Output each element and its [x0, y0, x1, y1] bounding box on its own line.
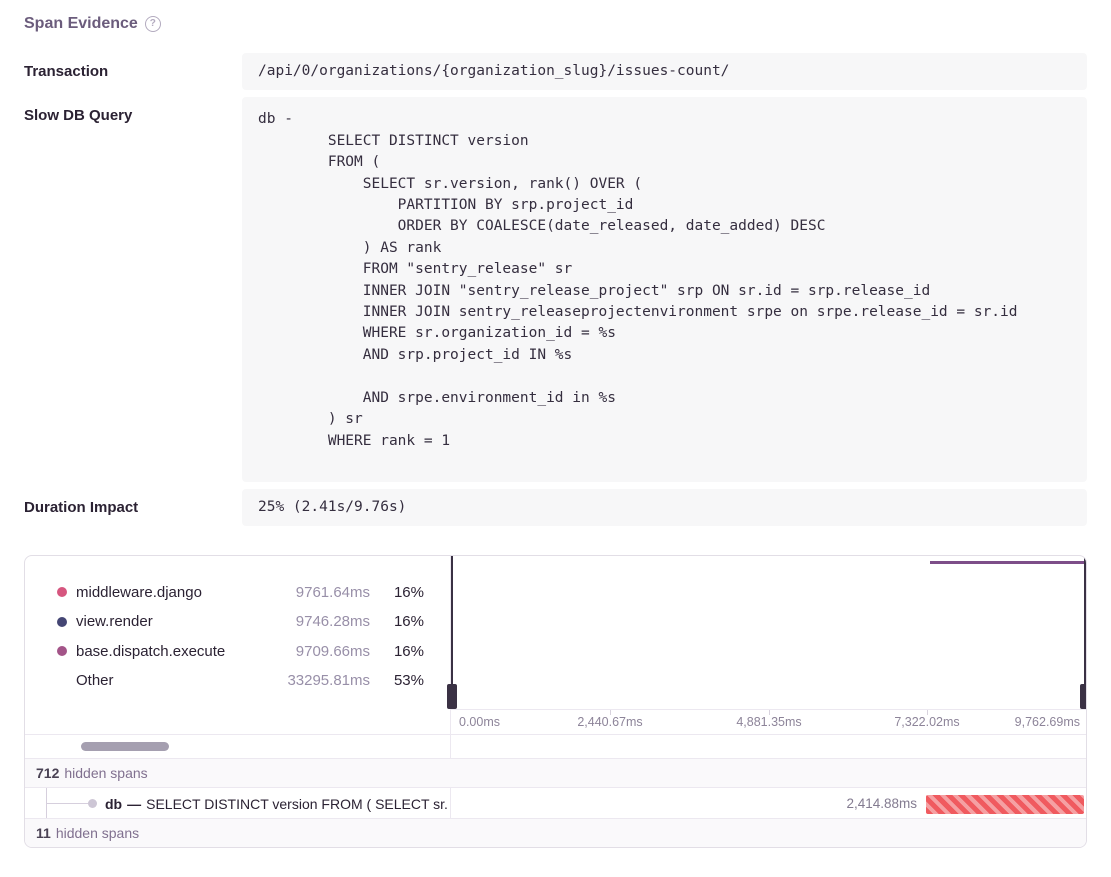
legend-dot: [57, 617, 67, 627]
axis-label: 0.00ms: [459, 715, 500, 729]
slow-db-query-label: Slow DB Query: [24, 97, 242, 482]
legend-duration: 33295.81ms: [270, 672, 370, 689]
legend-duration: 9746.28ms: [270, 613, 370, 630]
span-duration-panel: middleware.django 9761.64ms 16% view.ren…: [24, 555, 1087, 848]
span-description: SELECT DISTINCT version FROM ( SELECT sr…: [146, 796, 448, 812]
legend-op-label: base.dispatch.execute: [76, 643, 270, 660]
time-axis: 0.00ms 2,440.67ms 4,881.35ms 7,322.02ms …: [451, 709, 1086, 734]
legend-row-view-render: view.render 9746.28ms 16%: [25, 607, 450, 637]
legend-row-middleware-django: middleware.django 9761.64ms 16%: [25, 577, 450, 607]
legend-dot: [57, 646, 67, 656]
axis-spacer-row: [451, 734, 1086, 757]
span-minimap[interactable]: [451, 556, 1086, 709]
question-circle-icon[interactable]: ?: [145, 16, 161, 32]
section-title-text: Span Evidence: [24, 15, 138, 33]
section-header: Span Evidence ?: [24, 15, 1087, 33]
duration-impact-value: 25% (2.41s/9.76s): [242, 489, 1087, 526]
span-row-db[interactable]: db — SELECT DISTINCT version FROM ( SELE…: [25, 787, 1086, 818]
transaction-label: Transaction: [24, 53, 242, 90]
span-evidence-key-values: Transaction /api/0/organizations/{organi…: [24, 53, 1087, 526]
hidden-spans-label: hidden spans: [56, 825, 139, 841]
duration-impact-label: Duration Impact: [24, 489, 242, 526]
legend-percent: 16%: [370, 613, 424, 630]
span-tree-connector-line: [46, 803, 88, 804]
legend-op-label: Other: [76, 672, 270, 689]
axis-label: 2,440.67ms: [577, 715, 642, 729]
span-duration-value: 2,414.88ms: [846, 788, 917, 819]
legend-scrollbar-thumb[interactable]: [81, 742, 169, 751]
axis-label: 7,322.02ms: [894, 715, 959, 729]
transaction-value: /api/0/organizations/{organization_slug}…: [242, 53, 1087, 90]
legend-duration: 9761.64ms: [270, 584, 370, 601]
slow-db-query-value: db - SELECT DISTINCT version FROM ( SELE…: [242, 97, 1087, 482]
span-duration-bar[interactable]: [926, 795, 1084, 814]
span-op-legend: middleware.django 9761.64ms 16% view.ren…: [25, 556, 450, 734]
legend-row-base-dispatch-execute: base.dispatch.execute 9709.66ms 16%: [25, 636, 450, 666]
hidden-spans-count: 712: [36, 765, 59, 781]
legend-op-label: middleware.django: [76, 584, 270, 601]
hidden-spans-above-row[interactable]: 712 hidden spans: [25, 758, 1086, 787]
legend-percent: 16%: [370, 584, 424, 601]
span-op: db: [105, 796, 122, 812]
legend-percent: 53%: [370, 672, 424, 689]
axis-label: 4,881.35ms: [736, 715, 801, 729]
minimap-span-bar: [930, 561, 1084, 564]
legend-op-label: view.render: [76, 613, 270, 630]
legend-dot: [57, 587, 67, 597]
legend-row-other: Other 33295.81ms 53%: [25, 666, 450, 696]
span-tree-node-dot: [88, 799, 97, 808]
minimap-right-drag-handle[interactable]: [1080, 684, 1087, 709]
legend-scrollbar-track[interactable]: [25, 734, 450, 758]
legend-percent: 16%: [370, 643, 424, 660]
span-op-separator: —: [127, 796, 141, 812]
hidden-spans-label: hidden spans: [64, 765, 147, 781]
minimap-left-drag-handle[interactable]: [447, 684, 457, 709]
hidden-spans-below-row[interactable]: 11 hidden spans: [25, 818, 1086, 847]
legend-duration: 9709.66ms: [270, 643, 370, 660]
axis-label: 9,762.69ms: [1015, 715, 1080, 729]
hidden-spans-count: 11: [36, 825, 51, 841]
